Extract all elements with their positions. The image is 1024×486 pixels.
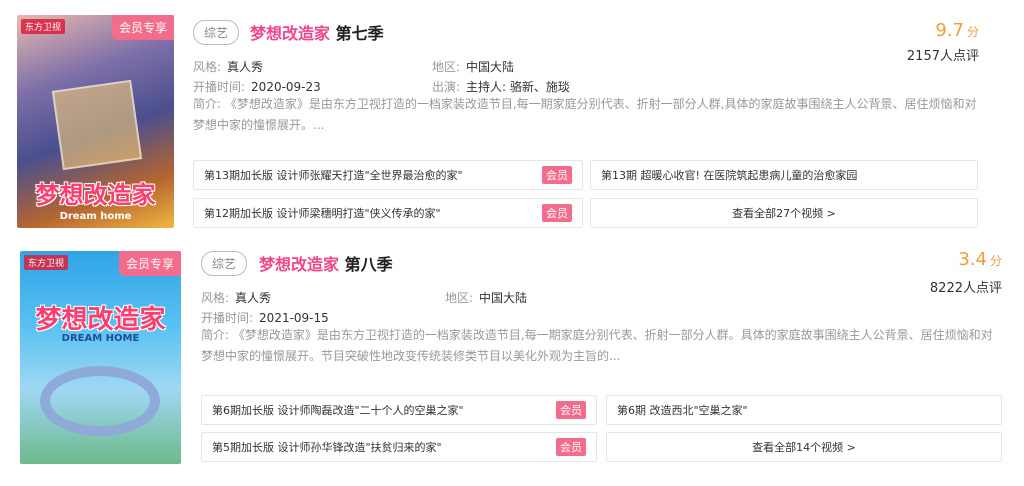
show-title[interactable]: 梦想改造家 第七季 [250,20,384,44]
episode-link[interactable]: 第5期加长版 设计师孙华锋改造"扶贫归来的家" 会员 [201,432,597,462]
house-illustration [51,79,143,171]
show-card-season-7: 东方卫视 梦想改造家 Dream home 会员专享 综艺 梦想改造家 第七季 … [0,0,1024,240]
poster-title: 梦想改造家 [35,305,166,335]
genre-tag: 综艺 [193,20,240,45]
style-value: 真人秀 [235,291,272,305]
episode-link[interactable]: 第13期 超暖心收官! 在医院筑起患病儿童的治愈家园 [590,160,978,190]
episode-link[interactable]: 第6期加长版 设计师陶磊改造"二十个人的空巢之家" 会员 [201,395,597,425]
episode-link[interactable]: 第6期 改造西北"空巢之家" [606,395,1002,425]
vip-badge: 会员 [556,438,586,456]
region-meta: 地区: 中国大陆 [432,58,514,75]
title-season: 第七季 [335,24,384,43]
episode-title: 第6期 改造西北"空巢之家" [617,404,748,417]
episode-title: 第13期 超暖心收官! 在医院筑起患病儿童的治愈家园 [601,169,858,182]
episode-link[interactable]: 第12期加长版 设计师梁穗明打造"侠义传承的家" 会员 [193,198,583,228]
date-label: 开播时间: [193,80,246,94]
date-meta: 开播时间: 2021-09-15 [201,309,329,326]
channel-logo: 东方卫视 [24,255,69,270]
vip-badge: 会员专享 [111,15,174,40]
cast-label: 出演: [432,80,461,94]
style-value: 真人秀 [227,60,264,74]
title-highlight: 梦想改造家 [259,255,340,274]
style-meta: 风格: 真人秀 [193,58,263,75]
episode-title: 第13期加长版 设计师张耀天打造"全世界最治愈的家" [204,169,463,182]
poster-image[interactable]: 东方卫视 梦想改造家 Dream home 会员专享 [17,15,174,228]
region-label: 地区: [445,291,474,305]
vip-badge: 会员 [542,166,572,184]
episode-title: 第6期加长版 设计师陶磊改造"二十个人的空巢之家" [212,404,464,417]
poster-subtitle: DREAM HOME [61,333,140,344]
view-all-videos-button[interactable]: 查看全部14个视频 > [606,432,1002,462]
style-label: 风格: [193,60,222,74]
score-value: 3.4 [958,249,987,270]
loop-illustration [40,366,160,436]
date-value: 2021-09-15 [259,311,329,325]
show-title[interactable]: 梦想改造家 第八季 [259,251,393,275]
score-unit: 分 [989,254,1002,268]
genre-tag: 综艺 [201,251,248,276]
style-meta: 风格: 真人秀 [201,289,271,306]
title-season: 第八季 [344,255,393,274]
description: 简介: 《梦想改造家》是由东方卫视打造的一档家装改造节目,每一期家庭分别代表、折… [193,97,977,132]
rating-count: 8222人点评 [929,281,1002,296]
date-meta: 开播时间: 2020-09-23 [193,78,321,95]
score-value: 9.7 [935,20,964,41]
region-value: 中国大陆 [466,60,515,74]
poster-image[interactable]: 东方卫视 梦想改造家 DREAM HOME 会员专享 [20,251,181,464]
vip-badge: 会员 [556,401,586,419]
score-unit: 分 [966,25,979,39]
date-value: 2020-09-23 [251,80,321,94]
region-value: 中国大陆 [479,291,528,305]
cast-meta: 出演: 主持人: 骆新、施琰 [432,78,570,95]
description: 简介: 《梦想改造家》是由东方卫视打造的一档家装改造节目,每一期家庭分别代表、折… [201,328,993,363]
date-label: 开播时间: [201,311,254,325]
rating-count: 2157人点评 [906,49,979,64]
poster-title: 梦想改造家 [35,181,156,209]
episode-title: 第12期加长版 设计师梁穗明打造"侠义传承的家" [204,207,441,220]
score: 3.4 分 [958,249,1002,270]
style-label: 风格: [201,291,230,305]
poster-subtitle: Dream home [59,211,132,222]
title-highlight: 梦想改造家 [250,24,331,43]
score: 9.7 分 [935,20,979,41]
channel-logo: 东方卫视 [21,19,66,34]
episode-link[interactable]: 第13期加长版 设计师张耀天打造"全世界最治愈的家" 会员 [193,160,583,190]
show-card-season-8: 东方卫视 梦想改造家 DREAM HOME 会员专享 综艺 梦想改造家 第八季 … [0,242,1024,486]
region-label: 地区: [432,60,461,74]
episode-title: 第5期加长版 设计师孙华锋改造"扶贫归来的家" [212,441,442,454]
cast-value: 主持人: 骆新、施琰 [466,80,570,94]
view-all-videos-button[interactable]: 查看全部27个视频 > [590,198,978,228]
region-meta: 地区: 中国大陆 [445,289,527,306]
vip-badge: 会员专享 [118,251,181,276]
vip-badge: 会员 [542,204,572,222]
